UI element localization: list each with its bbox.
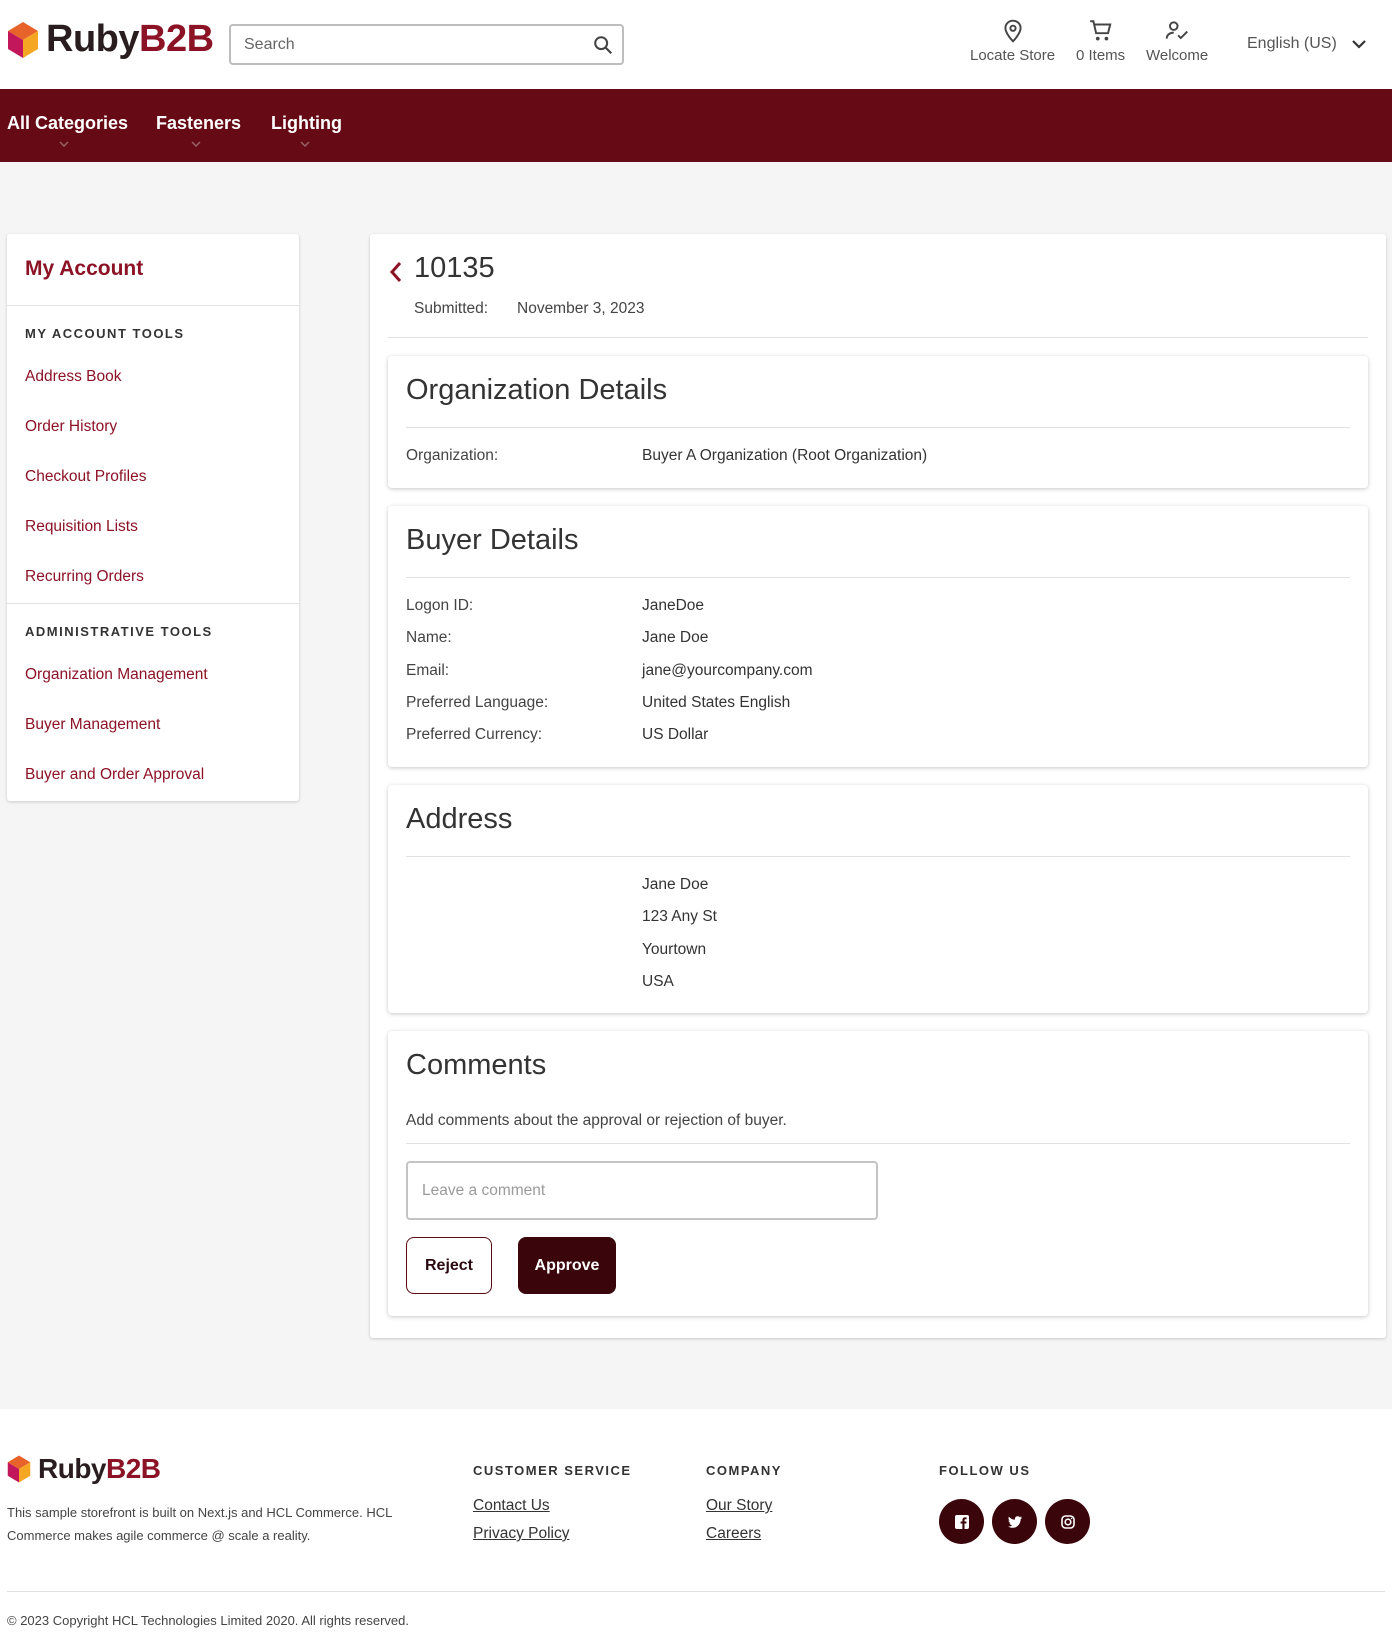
brand-wordmark: RubyB2B	[46, 18, 214, 60]
sidebar-section-heading: ADMINISTRATIVE TOOLS	[25, 624, 213, 639]
user-check-icon	[1165, 21, 1189, 40]
footer-link-careers[interactable]: Careers	[706, 1525, 761, 1543]
cart-icon	[1089, 20, 1112, 41]
sidebar-title[interactable]: My Account	[25, 257, 143, 281]
account-sidebar: My Account MY ACCOUNT TOOLS Address Book…	[7, 234, 299, 801]
sidebar-divider	[7, 305, 299, 306]
comment-input[interactable]	[408, 1163, 876, 1218]
logon-id-label: Logon ID:	[406, 597, 474, 614]
copyright-text: © 2023 Copyright HCL Technologies Limite…	[7, 1613, 409, 1628]
organization-label: Organization:	[406, 447, 499, 464]
card-divider	[406, 856, 1350, 857]
sidebar-item-requisition-lists[interactable]: Requisition Lists	[25, 518, 138, 536]
cart-button[interactable]: 0 Items	[1076, 18, 1125, 64]
sidebar-section-heading: MY ACCOUNT TOOLS	[25, 326, 185, 341]
name-label: Name:	[406, 629, 452, 646]
card-title: Address	[406, 803, 513, 835]
comment-field[interactable]	[406, 1161, 878, 1220]
request-id: 10135	[414, 252, 495, 284]
category-nav: All Categories Fasteners Lighting	[0, 89, 1392, 162]
nav-chevron-icon	[59, 141, 69, 147]
preferred-currency-value: US Dollar	[642, 726, 709, 743]
instagram-button[interactable]	[1045, 1499, 1090, 1544]
footer-description: This sample storefront is built on Next.…	[7, 1505, 392, 1543]
buyer-details-card: Buyer Details Logon ID: JaneDoe Name: Ja…	[388, 506, 1368, 767]
approval-detail-panel: 10135 Submitted: November 3, 2023 Organi…	[370, 234, 1386, 1338]
submitted-label: Submitted:	[414, 300, 489, 317]
brand-wordmark: RubyB2B	[38, 1453, 161, 1484]
approve-button[interactable]: Approve	[518, 1237, 616, 1294]
email-label: Email:	[406, 662, 450, 679]
sidebar-item-recurring-orders[interactable]: Recurring Orders	[25, 568, 144, 586]
organization-details-card: Organization Details Organization: Buyer…	[388, 356, 1368, 488]
preferred-currency-label: Preferred Currency:	[406, 726, 543, 743]
footer-divider	[7, 1591, 1385, 1592]
sidebar-divider	[7, 603, 299, 604]
location-pin-icon	[1003, 19, 1022, 43]
logo-cube-icon	[7, 1455, 31, 1483]
logo-cube-icon	[8, 21, 38, 58]
card-title: Organization Details	[406, 374, 668, 406]
header-divider	[388, 337, 1368, 338]
instagram-icon	[1060, 1514, 1075, 1529]
twitter-button[interactable]	[992, 1499, 1037, 1544]
card-title: Comments	[406, 1049, 547, 1081]
search-box[interactable]	[229, 24, 624, 65]
welcome-label: Welcome	[1146, 47, 1209, 64]
footer-link-contact-us[interactable]: Contact Us	[473, 1497, 550, 1515]
footer-heading-follow-us: FOLLOW US	[939, 1463, 1031, 1478]
reject-button[interactable]: Reject	[406, 1237, 492, 1294]
twitter-icon	[1007, 1515, 1022, 1528]
sidebar-item-order-history[interactable]: Order History	[25, 418, 117, 436]
sidebar-item-address-book[interactable]: Address Book	[25, 368, 122, 386]
footer-link-privacy-policy[interactable]: Privacy Policy	[473, 1525, 569, 1543]
name-value: Jane Doe	[642, 629, 709, 646]
address-line: Jane Doe	[642, 876, 709, 893]
search-icon[interactable]	[592, 34, 614, 56]
address-line: USA	[642, 973, 674, 990]
nav-chevron-icon	[300, 141, 310, 147]
account-welcome-button[interactable]: Welcome	[1146, 18, 1208, 64]
site-header: RubyB2B Locate Store 0 Items Welcome Eng…	[0, 0, 1392, 89]
footer-link-our-story[interactable]: Our Story	[706, 1497, 772, 1515]
organization-value: Buyer A Organization (Root Organization)	[642, 447, 928, 464]
email-value: jane@yourcompany.com	[642, 662, 813, 679]
footer-heading-company: COMPANY	[706, 1463, 782, 1478]
footer-heading-customer-service: CUSTOMER SERVICE	[473, 1463, 632, 1478]
logon-id-value: JaneDoe	[642, 597, 705, 614]
cart-count-label: 0 Items	[1076, 47, 1126, 64]
comments-card: Comments Add comments about the approval…	[388, 1031, 1368, 1316]
brand-logo[interactable]: RubyB2B	[6, 18, 214, 61]
address-line: 123 Any St	[642, 908, 717, 925]
sidebar-item-buyer-management[interactable]: Buyer Management	[25, 716, 160, 734]
nav-all-categories[interactable]: All Categories	[7, 113, 128, 134]
preferred-language-value: United States English	[642, 694, 791, 711]
card-divider	[406, 427, 1350, 428]
search-input[interactable]	[231, 26, 571, 63]
back-chevron-icon[interactable]	[388, 260, 404, 284]
nav-chevron-icon	[191, 141, 201, 147]
site-footer: RubyB2B This sample storefront is built …	[0, 1409, 1392, 1636]
nav-lighting[interactable]: Lighting	[271, 113, 342, 134]
chevron-down-icon	[1352, 40, 1366, 49]
address-line: Yourtown	[642, 941, 707, 958]
comments-description: Add comments about the approval or rejec…	[406, 1112, 787, 1129]
submitted-date: November 3, 2023	[517, 300, 645, 317]
facebook-button[interactable]	[939, 1499, 984, 1544]
card-divider	[406, 577, 1350, 578]
facebook-icon	[954, 1514, 969, 1529]
sidebar-item-buyer-order-approval[interactable]: Buyer and Order Approval	[25, 766, 204, 784]
nav-fasteners[interactable]: Fasteners	[156, 113, 241, 134]
language-value: English (US)	[1247, 35, 1337, 52]
sidebar-item-checkout-profiles[interactable]: Checkout Profiles	[25, 468, 146, 486]
footer-brand-logo[interactable]: RubyB2B	[6, 1453, 161, 1485]
locate-store-label: Locate Store	[970, 47, 1056, 64]
locate-store-button[interactable]: Locate Store	[970, 18, 1055, 64]
sidebar-item-organization-management[interactable]: Organization Management	[25, 666, 208, 684]
language-selector[interactable]: English (US)	[1247, 35, 1367, 53]
address-card: Address Jane Doe 123 Any St Yourtown USA	[388, 785, 1368, 1013]
preferred-language-label: Preferred Language:	[406, 694, 549, 711]
card-title: Buyer Details	[406, 524, 579, 556]
card-divider	[406, 1143, 1350, 1144]
